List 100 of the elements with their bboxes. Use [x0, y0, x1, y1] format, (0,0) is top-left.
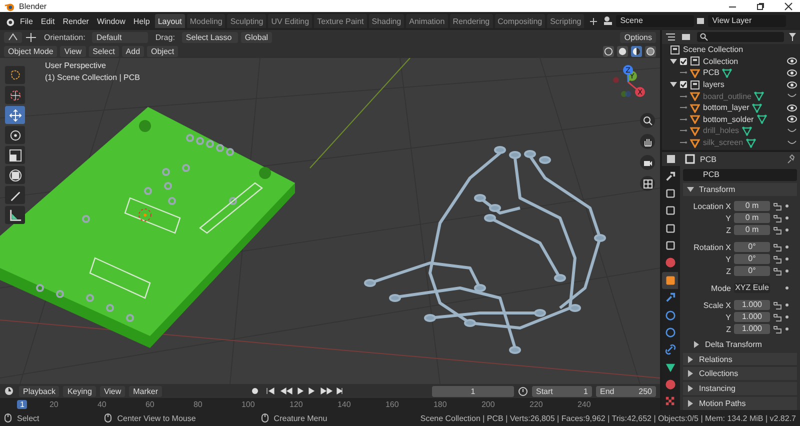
camera-icon[interactable] [640, 155, 655, 170]
object-name-field[interactable]: PCB [683, 169, 797, 181]
start-frame-field[interactable]: Start 1 [532, 386, 592, 396]
lock-icon[interactable] [773, 254, 782, 264]
number-field[interactable]: 0 m [734, 201, 770, 212]
playback-controls-icon[interactable] [251, 386, 344, 396]
workspace-tab[interactable]: Shading [368, 14, 404, 28]
workspace-tab[interactable]: Modeling [186, 14, 226, 28]
eye-icon[interactable] [787, 57, 797, 66]
tool-button[interactable] [5, 86, 25, 104]
workspace-tab[interactable]: Layout [154, 14, 185, 28]
image-stack-icon[interactable] [681, 32, 693, 42]
move-arrows-icon[interactable] [25, 32, 37, 42]
outliner-item[interactable]: layers [703, 80, 724, 90]
view-layer-field[interactable]: View Layer [708, 15, 786, 27]
workspace-tab[interactable]: Scripting [547, 14, 584, 28]
tool-button[interactable] [5, 206, 25, 224]
filter-icon[interactable] [788, 32, 797, 42]
eye-icon[interactable] [787, 115, 797, 124]
number-field[interactable]: 0 m [734, 225, 770, 236]
panel-header[interactable]: Relations [683, 352, 797, 366]
keyframe-dot-icon[interactable] [785, 204, 789, 208]
lock-icon[interactable] [773, 266, 782, 276]
keyframe-dot-icon[interactable] [785, 245, 789, 250]
menu-item[interactable]: Render [60, 14, 92, 28]
workspace-tab[interactable]: Animation [406, 14, 448, 28]
timeline-menu[interactable]: Playback [19, 386, 60, 396]
keyframe-dot-icon[interactable] [785, 257, 789, 262]
end-frame-field[interactable]: End 250 [596, 386, 656, 396]
subpanel-header[interactable]: Delta Transform [683, 338, 797, 351]
number-field[interactable]: 0° [734, 242, 770, 252]
solid-shading-icon[interactable] [617, 46, 628, 56]
scene-field[interactable]: Scene [616, 15, 694, 27]
outliner-item[interactable]: Collection [703, 56, 738, 66]
transform-pivot-dropdown[interactable] [4, 32, 22, 42]
keyframe-dot-icon[interactable] [785, 228, 789, 232]
clock-icon[interactable] [4, 386, 15, 396]
panel-header[interactable]: Collections [683, 367, 797, 380]
closed-eye-icon[interactable] [787, 126, 797, 135]
current-frame-field[interactable]: 1 [432, 386, 514, 396]
eye-icon[interactable] [787, 104, 797, 112]
number-field[interactable]: 1.000 [734, 324, 770, 334]
rotation-mode-dropdown[interactable]: XYZ Eule [734, 283, 770, 294]
lock-icon[interactable] [773, 312, 782, 322]
workspace-tab[interactable]: Compositing [494, 14, 546, 28]
keyframe-dot-icon[interactable] [785, 216, 789, 220]
timeline-menu[interactable]: View [100, 386, 126, 396]
panel-header[interactable]: Transform [683, 183, 797, 196]
number-field[interactable]: 1.000 [734, 300, 770, 310]
outliner-item[interactable]: bottom_solder [703, 114, 754, 124]
outliner-item[interactable]: Scene Collection [683, 45, 744, 54]
tool-button[interactable] [5, 66, 25, 84]
menu-item[interactable]: Window [94, 14, 128, 28]
options-dropdown[interactable]: Options [620, 32, 656, 42]
keyframe-dot-icon[interactable] [785, 286, 789, 290]
playhead[interactable]: 1 [17, 400, 28, 408]
menu-item[interactable]: Help [130, 14, 153, 28]
eye-icon[interactable] [787, 80, 797, 89]
viewport-menu[interactable]: Select [88, 46, 119, 56]
number-field[interactable]: 0° [734, 254, 770, 264]
checkbox[interactable] [680, 58, 687, 65]
outliner-item[interactable]: PCB [703, 68, 720, 78]
tool-button[interactable] [5, 126, 25, 144]
number-field[interactable]: 1.000 [734, 312, 770, 322]
hand-icon[interactable] [640, 134, 655, 149]
expand-arrow-icon[interactable] [670, 58, 677, 65]
tool-button[interactable] [5, 106, 25, 124]
tool-button[interactable] [5, 166, 25, 184]
rendered-shading-icon[interactable] [645, 46, 656, 56]
scene-icon[interactable] [603, 16, 614, 26]
panel-header[interactable]: Motion Paths [683, 397, 797, 410]
tool-button[interactable] [5, 146, 25, 164]
number-field[interactable]: 0° [734, 266, 770, 276]
keyframe-dot-icon[interactable] [785, 303, 789, 308]
wireframe-shading-icon[interactable] [603, 46, 614, 56]
transform-orientation-dropdown[interactable]: Global [240, 32, 272, 42]
lock-icon[interactable] [773, 300, 782, 310]
menu-item[interactable]: File [17, 14, 36, 28]
orientation-dropdown[interactable]: Default [92, 32, 148, 42]
workspace-tab[interactable]: Rendering [450, 14, 493, 28]
timeline-menu[interactable]: Keying [63, 386, 96, 396]
material-shading-icon[interactable] [631, 46, 642, 56]
panel-header[interactable]: Instancing [683, 382, 797, 396]
number-field[interactable]: 0 m [734, 213, 770, 224]
workspace-tab[interactable]: Texture Paint [314, 14, 367, 28]
image-stack-icon[interactable] [696, 16, 706, 26]
outliner-item[interactable]: bottom_layer [703, 103, 750, 112]
mode-dropdown[interactable]: Object Mode [4, 46, 58, 56]
expand-arrow-icon[interactable] [670, 81, 677, 88]
properties-tab[interactable] [662, 272, 678, 289]
viewport-menu[interactable]: Object [147, 46, 178, 56]
menu-item[interactable]: Edit [38, 14, 58, 28]
keyframe-dot-icon[interactable] [785, 269, 789, 274]
list-icon[interactable] [665, 32, 677, 42]
workspace-tab[interactable]: Sculpting [227, 14, 266, 28]
closed-eye-icon[interactable] [787, 138, 797, 147]
viewport-menu[interactable]: View [60, 46, 86, 56]
timeline-menu[interactable]: Marker [129, 386, 162, 396]
keyframe-dot-icon[interactable] [785, 327, 789, 332]
tool-button[interactable] [5, 186, 25, 204]
